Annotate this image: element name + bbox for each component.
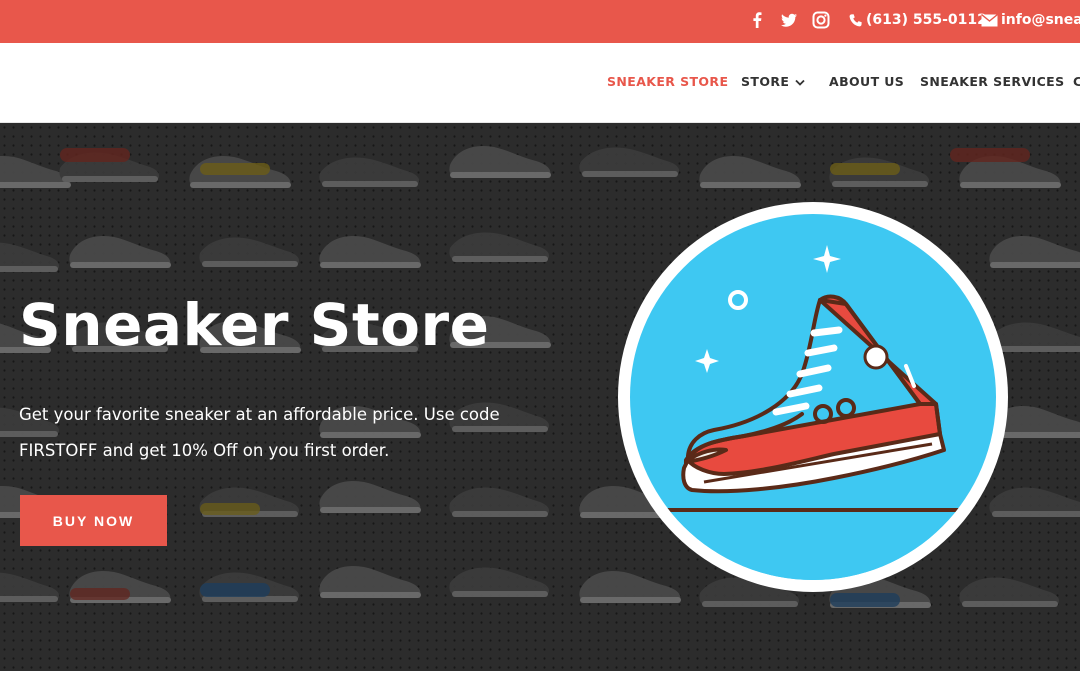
nav-item-about-us[interactable]: ABOUT US <box>829 74 904 89</box>
hero-title: Sneaker Store <box>19 291 490 359</box>
buy-now-button[interactable]: BUY NOW <box>20 495 167 546</box>
top-bar: (613) 555-0112 info@sneak <box>0 0 1080 43</box>
nav-item-label: C <box>1073 74 1080 89</box>
phone-text: (613) 555-0112 <box>866 12 987 28</box>
phone-icon <box>849 13 862 26</box>
phone-number[interactable]: (613) 555-0112 <box>848 12 987 28</box>
red-sneaker-illustration-icon <box>618 202 1008 592</box>
nav-item-sneaker-services[interactable]: SNEAKER SERVICES <box>920 74 1065 89</box>
instagram-icon[interactable] <box>811 10 831 30</box>
nav-item-sneaker-store[interactable]: SNEAKER STORE <box>607 74 728 89</box>
nav-item-label: SNEAKER STORE <box>607 74 729 89</box>
email-text: info@sneak <box>1001 12 1080 28</box>
main-nav: SNEAKER STORE STORE ABOUT US SNEAKER SER… <box>0 43 1080 123</box>
hero-section: Sneaker Store Get your favorite sneaker … <box>0 123 1080 671</box>
nav-item-label: ABOUT US <box>829 74 905 89</box>
envelope-icon <box>981 13 998 26</box>
nav-item-label: SNEAKER SERVICES <box>920 74 1065 89</box>
chevron-down-icon <box>795 79 805 86</box>
facebook-icon[interactable] <box>747 10 767 30</box>
nav-item-label: STORE <box>741 74 790 89</box>
nav-item-contact[interactable]: C <box>1073 74 1080 89</box>
email-address[interactable]: info@sneak <box>981 12 1080 28</box>
hero-description: Get your favorite sneaker at an affordab… <box>19 405 500 460</box>
page-divider <box>0 671 1080 675</box>
nav-item-store[interactable]: STORE <box>741 74 805 89</box>
twitter-icon[interactable] <box>779 10 799 30</box>
